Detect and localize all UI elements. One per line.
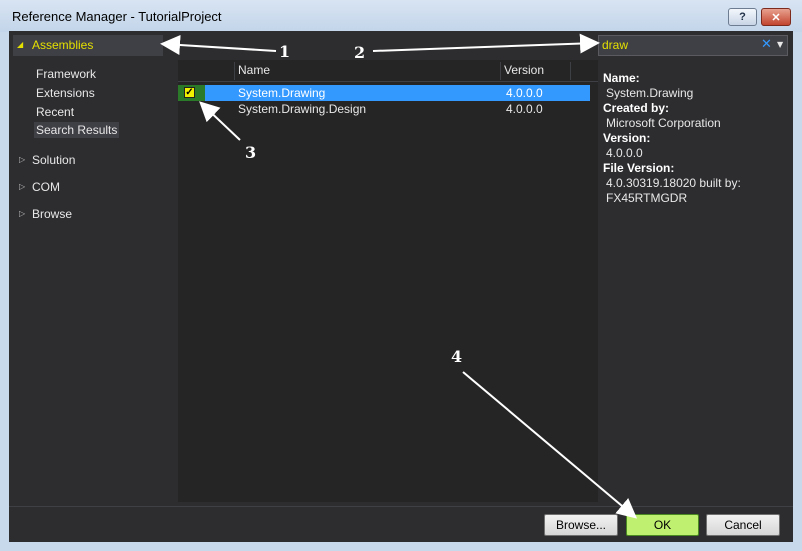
- clear-search-icon[interactable]: ✕: [761, 37, 772, 52]
- close-icon: ✕: [771, 11, 781, 24]
- detail-file-version-label: File Version:: [603, 161, 675, 175]
- assembly-list[interactable]: Name Version ✓ System.Drawing 4.0.0.0 Sy…: [178, 60, 598, 502]
- nav-group-com[interactable]: ▷ COM: [19, 180, 139, 196]
- search-dropdown-icon[interactable]: ▼: [777, 40, 783, 49]
- detail-version-label: Version:: [603, 131, 651, 145]
- dialog-client-area: ◢ Assemblies Framework Extensions Recent…: [9, 31, 793, 542]
- assembly-version: 4.0.0.0: [506, 102, 543, 116]
- annotation-number-1: 1: [279, 42, 291, 61]
- table-row[interactable]: System.Drawing.Design 4.0.0.0: [178, 101, 590, 117]
- title-bar: Reference Manager - TutorialProject ? ✕: [0, 0, 802, 32]
- detail-name-value: System.Drawing: [606, 86, 694, 100]
- reference-manager-window: Reference Manager - TutorialProject ? ✕ …: [0, 0, 802, 551]
- collapse-triangle-icon: ◢: [17, 40, 24, 49]
- button-bar: Browse... OK Cancel: [9, 506, 793, 542]
- nav-group-solution[interactable]: ▷ Solution: [19, 153, 139, 169]
- nav-group-assemblies[interactable]: ◢ Assemblies: [13, 35, 163, 56]
- annotation-number-3: 3: [245, 143, 257, 162]
- column-separator: [234, 62, 235, 80]
- detail-created-label: Created by:: [603, 101, 670, 115]
- nav-group-browse[interactable]: ▷ Browse: [19, 207, 139, 223]
- detail-file-version-build: FX45RTMGDR: [606, 191, 688, 205]
- browse-button[interactable]: Browse...: [544, 514, 618, 536]
- search-box[interactable]: ✕ ▼: [598, 35, 788, 56]
- column-header-version[interactable]: Version: [500, 60, 570, 81]
- help-icon: ?: [739, 11, 746, 23]
- annotation-number-4: 4: [451, 347, 463, 366]
- navigation-pane: ◢ Assemblies Framework Extensions Recent…: [9, 31, 178, 506]
- nav-item-framework[interactable]: Framework: [36, 67, 96, 81]
- nav-group-assemblies-label: Assemblies: [32, 38, 94, 52]
- assembly-name: System.Drawing.Design: [238, 102, 367, 116]
- detail-version-value: 4.0.0.0: [606, 146, 643, 160]
- window-title: Reference Manager - TutorialProject: [12, 9, 222, 24]
- nav-group-com-label: COM: [32, 180, 60, 194]
- assembly-version: 4.0.0.0: [506, 86, 543, 100]
- expand-triangle-icon: ▷: [19, 182, 26, 191]
- nav-item-recent[interactable]: Recent: [36, 105, 74, 119]
- nav-group-solution-label: Solution: [32, 153, 76, 167]
- column-separator: [570, 62, 571, 80]
- table-row[interactable]: ✓ System.Drawing 4.0.0.0: [178, 85, 590, 101]
- row-checkbox-cell[interactable]: ✓: [178, 85, 205, 101]
- annotation-number-2: 2: [354, 43, 366, 62]
- column-header-name[interactable]: Name: [234, 60, 500, 81]
- expand-triangle-icon: ▷: [19, 209, 26, 218]
- detail-created-value: Microsoft Corporation: [606, 116, 721, 130]
- assembly-name: System.Drawing: [238, 86, 326, 100]
- detail-name-label: Name:: [603, 71, 640, 85]
- row-checkbox-checked[interactable]: ✓: [184, 87, 195, 98]
- cancel-button[interactable]: Cancel: [706, 514, 780, 536]
- ok-button[interactable]: OK: [626, 514, 699, 536]
- nav-item-extensions[interactable]: Extensions: [36, 86, 95, 100]
- search-input[interactable]: [602, 37, 752, 53]
- detail-file-version-value: 4.0.30319.18020 built by:: [606, 176, 741, 190]
- expand-triangle-icon: ▷: [19, 155, 26, 164]
- close-button[interactable]: ✕: [761, 8, 791, 26]
- list-header: Name Version: [178, 60, 598, 82]
- nav-item-search-results[interactable]: Search Results: [34, 122, 120, 138]
- help-button[interactable]: ?: [728, 8, 757, 26]
- nav-group-browse-label: Browse: [32, 207, 73, 221]
- assembly-details: Name: System.Drawing Created by: Microso…: [603, 71, 788, 206]
- details-pane: ✕ ▼ Name: System.Drawing Created by: Mic…: [598, 31, 793, 506]
